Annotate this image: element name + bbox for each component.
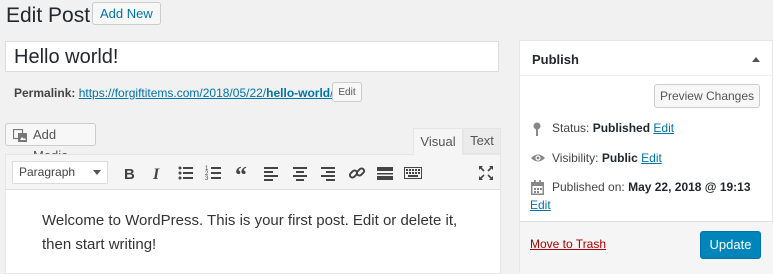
- bulleted-list-icon[interactable]: [177, 164, 195, 182]
- align-right-icon[interactable]: [319, 164, 337, 182]
- align-left-icon[interactable]: [262, 164, 280, 182]
- svg-text:3: 3: [205, 176, 209, 182]
- move-to-trash-link[interactable]: Move to Trash: [530, 237, 606, 251]
- svg-text:I: I: [152, 166, 160, 182]
- status-value: Published: [592, 121, 651, 135]
- editor-content[interactable]: Welcome to WordPress. This is your first…: [42, 209, 482, 257]
- status-row: Status: Published Edit: [530, 121, 770, 137]
- page-title: Edit Post: [6, 4, 91, 27]
- svg-text:B: B: [124, 166, 135, 182]
- permalink-link[interactable]: https://forgiftitems.com/2018/05/22/hell…: [79, 86, 334, 100]
- pin-icon: [530, 121, 544, 140]
- permalink-edit-button[interactable]: Edit: [332, 82, 362, 102]
- format-select-value: Paragraph: [19, 165, 76, 179]
- collapse-arrow-icon[interactable]: [752, 57, 760, 62]
- fullscreen-icon[interactable]: [477, 164, 495, 182]
- svg-text:“: “: [235, 164, 247, 182]
- publish-box: Publish Preview Changes Status: Publishe…: [519, 40, 773, 274]
- toolbar-toggle-icon[interactable]: [404, 164, 422, 182]
- status-label: Status:: [552, 121, 590, 135]
- publish-title: Publish: [532, 52, 579, 67]
- editor-toolbar: Paragraph B I 123 “: [6, 155, 500, 190]
- format-select[interactable]: Paragraph: [12, 161, 108, 184]
- permalink-base: https://forgiftitems.com/2018/05/22/: [78, 86, 267, 100]
- align-center-icon[interactable]: [291, 164, 309, 182]
- tab-text[interactable]: Text: [463, 128, 501, 154]
- read-more-icon[interactable]: [376, 164, 394, 182]
- visibility-row: Visibility: Public Edit: [530, 151, 770, 167]
- visibility-value: Public: [601, 151, 638, 165]
- blockquote-icon[interactable]: “: [234, 164, 252, 182]
- permalink-label: Permalink:: [14, 86, 76, 100]
- update-button[interactable]: Update: [700, 231, 761, 259]
- status-edit-link[interactable]: Edit: [653, 121, 674, 135]
- insert-link-icon[interactable]: [348, 164, 366, 182]
- visibility-edit-link[interactable]: Edit: [641, 151, 662, 165]
- add-media-button[interactable]: Add Media: [5, 123, 96, 163]
- calendar-icon: [530, 180, 545, 199]
- media-icon: [12, 128, 28, 149]
- editor: Paragraph B I 123 “ Welcome to WordPress…: [5, 154, 501, 274]
- published-label: Published on:: [552, 180, 625, 194]
- permalink: Permalink: https://forgiftitems.com/2018…: [14, 86, 333, 100]
- preview-changes-button[interactable]: Preview Changes: [654, 84, 760, 108]
- permalink-slug: hello-world: [266, 86, 331, 100]
- bold-icon[interactable]: B: [121, 164, 139, 182]
- italic-icon[interactable]: I: [149, 164, 167, 182]
- publish-header[interactable]: Publish: [520, 41, 773, 76]
- published-value: May 22, 2018 @ 19:13: [628, 180, 751, 194]
- tab-visual[interactable]: Visual: [413, 128, 463, 155]
- add-new-button[interactable]: Add New: [92, 2, 161, 25]
- eye-icon: [530, 151, 546, 168]
- visibility-label: Visibility:: [552, 151, 599, 165]
- numbered-list-icon[interactable]: 123: [205, 164, 223, 182]
- chevron-down-icon: [93, 170, 101, 175]
- published-edit-link[interactable]: Edit: [530, 198, 551, 212]
- post-title-input[interactable]: Hello world!: [5, 41, 499, 72]
- published-on-row: Published on: May 22, 2018 @ 19:13 Edit: [530, 180, 770, 214]
